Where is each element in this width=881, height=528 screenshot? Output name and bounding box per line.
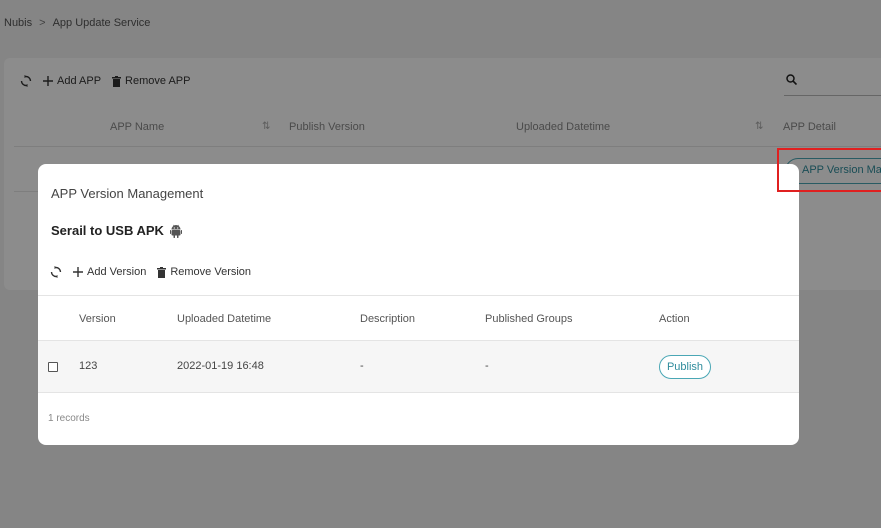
trash-icon (157, 266, 167, 278)
table-header-row: Version Uploaded Datetime Description Pu… (38, 295, 799, 341)
row-checkbox[interactable] (48, 362, 58, 372)
android-icon (169, 224, 182, 238)
header-published-groups: Published Groups (485, 313, 573, 325)
header-description: Description (360, 313, 416, 325)
header-action: Action (659, 313, 690, 325)
refresh-button[interactable] (50, 266, 62, 278)
publish-button[interactable]: Publish (659, 355, 711, 379)
remove-version-button[interactable]: Remove Version (157, 266, 251, 278)
plus-icon (73, 267, 83, 277)
cell-version: 123 (79, 360, 98, 372)
version-table: Version Uploaded Datetime Description Pu… (38, 295, 799, 393)
dialog-title: APP Version Management (51, 186, 204, 201)
records-count: 1 records (48, 413, 90, 424)
header-uploaded-datetime: Uploaded Datetime (177, 313, 272, 325)
refresh-icon (50, 266, 62, 278)
version-management-dialog: APP Version Management Serail to USB APK… (38, 164, 799, 445)
add-version-label: Add Version (87, 266, 147, 278)
add-version-button[interactable]: Add Version (73, 266, 146, 278)
header-version: Version (79, 313, 116, 325)
table-row: 123 2022-01-19 16:48 - - Publish (38, 341, 799, 393)
highlight-box (777, 148, 881, 192)
version-toolbar: Add Version Remove Version (50, 266, 262, 278)
cell-published-groups: - (485, 360, 489, 372)
cell-uploaded-datetime: 2022-01-19 16:48 (177, 360, 264, 372)
app-name-heading: Serail to USB APK (51, 223, 182, 238)
cell-description: - (360, 360, 364, 372)
remove-version-label: Remove Version (170, 266, 252, 278)
app-name-text: Serail to USB APK (51, 223, 164, 238)
